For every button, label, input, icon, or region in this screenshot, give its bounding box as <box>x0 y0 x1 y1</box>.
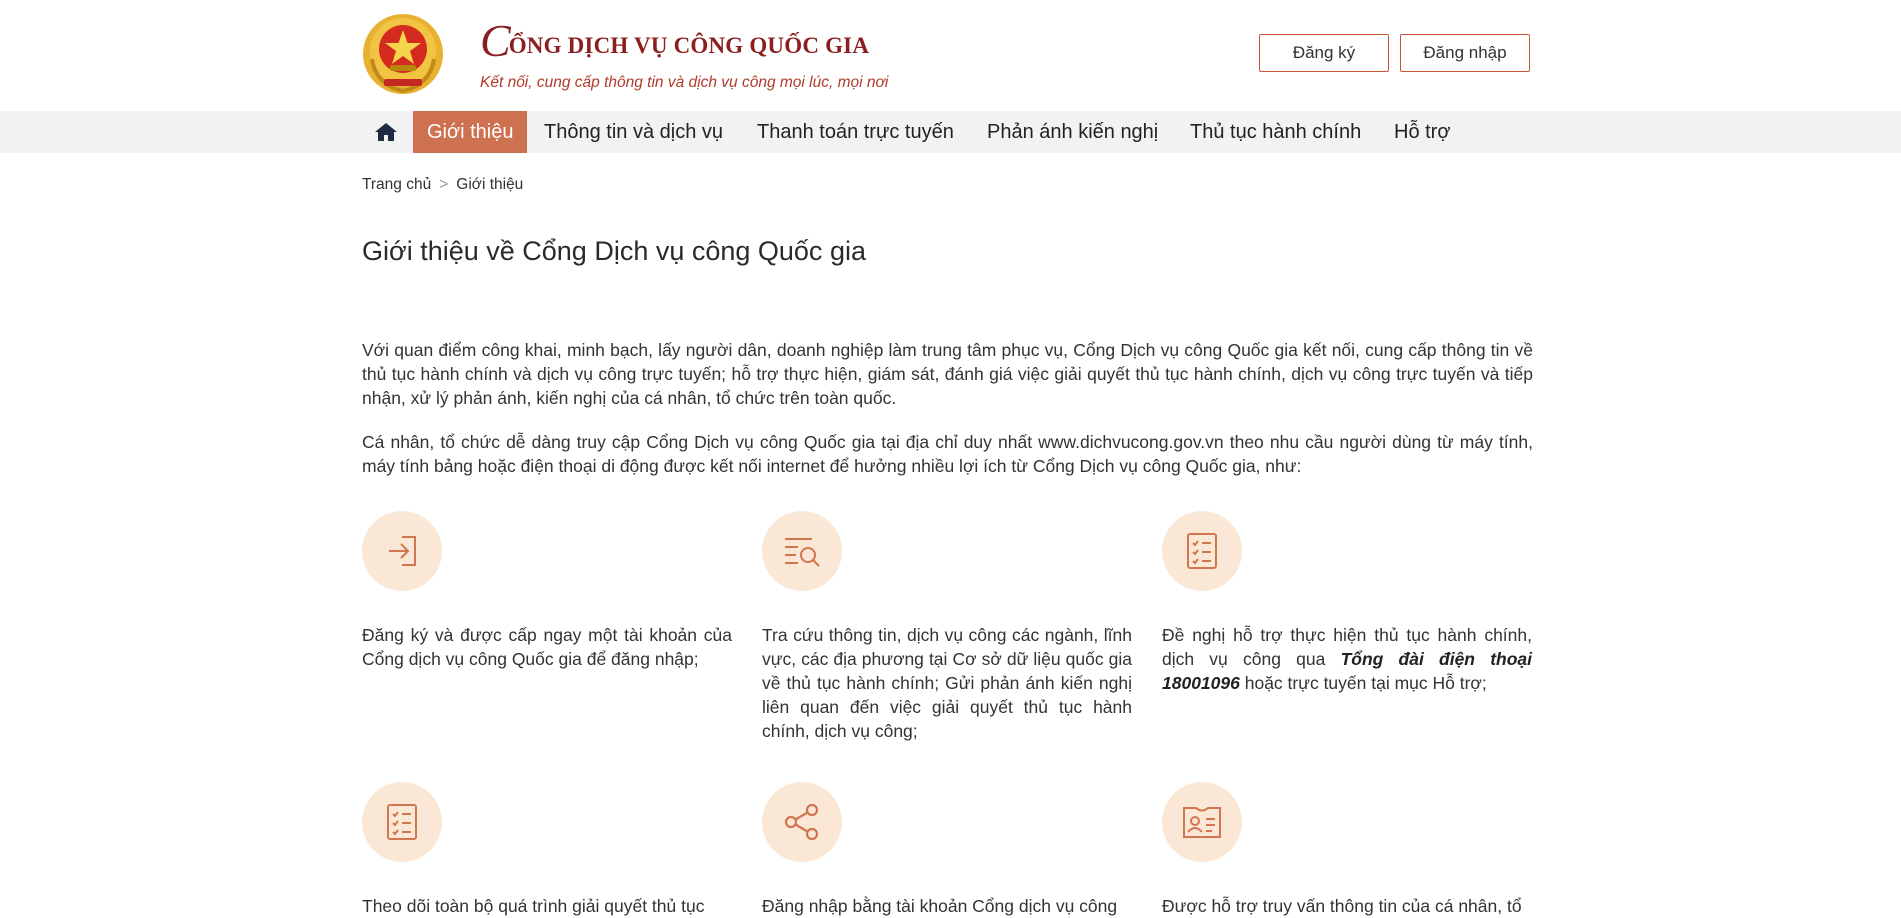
nav-item-ho-tro[interactable]: Hỗ trợ <box>1380 111 1464 153</box>
feature-text: Đăng ký và được cấp ngay một tài khoản c… <box>362 625 732 669</box>
intro-paragraph: Với quan điểm công khai, minh bạch, lấy … <box>362 340 1533 408</box>
portal-title[interactable]: C ỔNG DỊCH VỤ CÔNG QUỐC GIA <box>480 14 869 64</box>
feature-text: Được hỗ trợ truy vấn thông tin của cá nh… <box>1162 896 1522 916</box>
feature-text-after: hoặc trực tuyến tại mục Hỗ trợ; <box>1239 673 1487 693</box>
breadcrumb-current: Giới thiệu <box>456 176 524 193</box>
share-icon <box>762 782 842 862</box>
feature-text: Tra cứu thông tin, dịch vụ công các ngàn… <box>762 625 1132 741</box>
page-title: Giới thiệu về Cổng Dịch vụ công Quốc gia <box>362 236 866 266</box>
breadcrumb-separator: > <box>439 176 449 193</box>
breadcrumb-home[interactable]: Trang chủ <box>362 176 431 194</box>
breadcrumb: Trang chủ > Giới thiệu <box>362 176 523 194</box>
feature-text: Đề nghị hỗ trợ thực hiện thủ tục hành ch… <box>1162 623 1532 695</box>
login-arrow-icon <box>362 511 442 591</box>
nav-item-phan-anh[interactable]: Phản ánh kiến nghị <box>973 111 1172 153</box>
home-icon[interactable] <box>374 122 398 142</box>
portal-title-initial: C <box>480 15 511 66</box>
checklist-icon <box>1162 511 1242 591</box>
login-button[interactable]: Đăng nhập <box>1400 34 1530 72</box>
nav-item-thong-tin-dich-vu[interactable]: Thông tin và dịch vụ <box>530 111 737 153</box>
feature-text: Đăng nhập bằng tài khoản Cổng dịch vụ cô… <box>762 896 1118 916</box>
main-nav: Giới thiệu Thông tin và dịch vụ Thanh to… <box>0 111 1901 153</box>
national-emblem-logo[interactable] <box>362 13 444 95</box>
page: C ỔNG DỊCH VỤ CÔNG QUỐC GIA Kết nối, cun… <box>0 0 1901 916</box>
nav-item-thanh-toan[interactable]: Thanh toán trực tuyến <box>743 111 968 153</box>
id-card-icon <box>1162 782 1242 862</box>
feature-item: Được hỗ trợ truy vấn thông tin của cá nh… <box>1162 782 1532 918</box>
nav-item-thu-tuc[interactable]: Thủ tục hành chính <box>1176 111 1375 153</box>
checklist-icon <box>362 782 442 862</box>
nav-item-gioi-thieu[interactable]: Giới thiệu <box>413 111 528 153</box>
portal-tagline: Kết nối, cung cấp thông tin và dịch vụ c… <box>480 74 889 91</box>
feature-text: Theo dõi toàn bộ quá trình giải quyết th… <box>362 896 705 916</box>
portal-title-text: ỔNG DỊCH VỤ CÔNG QUỐC GIA <box>508 33 870 58</box>
register-button[interactable]: Đăng ký <box>1259 34 1389 72</box>
access-paragraph: Cá nhân, tổ chức dễ dàng truy cập Cổng D… <box>362 432 1533 476</box>
site-header: C ỔNG DỊCH VỤ CÔNG QUỐC GIA Kết nối, cun… <box>0 0 1901 111</box>
feature-item: Theo dõi toàn bộ quá trình giải quyết th… <box>362 782 732 918</box>
feature-item: Đăng nhập bằng tài khoản Cổng dịch vụ cô… <box>762 782 1132 918</box>
feature-item: Tra cứu thông tin, dịch vụ công các ngàn… <box>762 511 1132 743</box>
feature-item: Đăng ký và được cấp ngay một tài khoản c… <box>362 511 732 671</box>
search-list-icon <box>762 511 842 591</box>
feature-item: Đề nghị hỗ trợ thực hiện thủ tục hành ch… <box>1162 511 1532 695</box>
